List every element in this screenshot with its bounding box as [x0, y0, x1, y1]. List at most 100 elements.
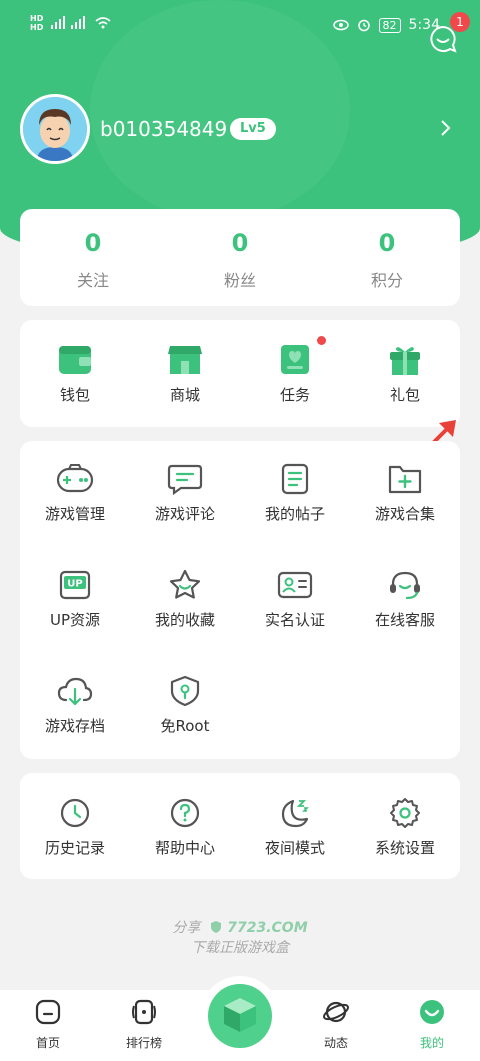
history-label: 历史记录 — [44, 839, 105, 857]
stat-label: 粉丝 — [223, 271, 256, 290]
task-button[interactable]: 任务 — [240, 342, 350, 405]
ranking-icon — [132, 999, 156, 1025]
shield-icon — [170, 675, 200, 707]
game-comment-label: 游戏评论 — [154, 505, 215, 523]
up-resource-button[interactable]: UP UP资源 — [20, 569, 130, 630]
status-left: HD HD — [30, 14, 111, 32]
nav-ranking-label: 排行榜 — [125, 1036, 162, 1050]
gear-icon — [390, 798, 420, 828]
stat-value: 0 — [231, 229, 249, 257]
eye-icon — [332, 19, 349, 31]
home-icon — [35, 999, 61, 1025]
help-icon — [170, 798, 200, 828]
wallet-label: 钱包 — [59, 386, 90, 404]
username[interactable]: b010354849 — [100, 116, 227, 142]
stat-fans[interactable]: 0 粉丝 — [180, 227, 300, 291]
quick-actions-card: 钱包 商城 任务 礼包 — [20, 320, 460, 427]
gift-icon — [390, 347, 420, 375]
gift-label: 礼包 — [389, 386, 420, 404]
stat-follow[interactable]: 0 关注 — [33, 227, 153, 291]
game-collection-button[interactable]: 游戏合集 — [350, 463, 460, 524]
no-root-button[interactable]: 免Root — [130, 675, 240, 736]
stats-card: 0 关注 0 粉丝 0 积分 — [20, 209, 460, 306]
status-right: 82 5:34 — [332, 17, 440, 33]
game-save-button[interactable]: 游戏存档 — [20, 675, 130, 736]
up-resource-icon: UP — [59, 570, 91, 600]
help-center-label: 帮助中心 — [154, 839, 215, 857]
game-manage-label: 游戏管理 — [44, 505, 105, 523]
my-posts-button[interactable]: 我的帖子 — [240, 463, 350, 524]
clock-icon — [60, 798, 90, 828]
up-resource-label: UP资源 — [49, 611, 101, 629]
post-icon — [281, 463, 309, 495]
cloud-download-icon — [57, 677, 93, 706]
nav-home-label: 首页 — [35, 1036, 60, 1050]
stat-points[interactable]: 0 积分 — [327, 227, 447, 291]
task-icon — [281, 345, 309, 374]
real-name-label: 实名认证 — [264, 611, 325, 629]
headset-icon — [390, 571, 420, 600]
status-bar: HD HD 82 5:34 — [0, 0, 480, 44]
stat-value: 0 — [378, 229, 396, 257]
customer-service-button[interactable]: 在线客服 — [350, 569, 460, 630]
smiley-icon — [420, 1000, 444, 1024]
my-favorites-button[interactable]: 我的收藏 — [130, 569, 240, 630]
stat-label: 关注 — [76, 271, 109, 290]
wallet-icon — [59, 346, 91, 374]
customer-service-label: 在线客服 — [374, 611, 435, 629]
no-root-label: 免Root — [160, 717, 210, 735]
game-collection-label: 游戏合集 — [374, 505, 435, 523]
moon-icon — [281, 799, 309, 828]
share-brand[interactable]: 7723.COM — [227, 920, 307, 936]
gift-button[interactable]: 礼包 — [350, 342, 460, 405]
message-badge: 1 — [450, 12, 470, 32]
comment-icon — [167, 464, 203, 495]
settings-card: 历史记录 帮助中心 夜间模式 系统设置 — [20, 773, 460, 879]
shop-button[interactable]: 商城 — [130, 342, 240, 405]
nav-mine[interactable]: 我的 — [392, 998, 472, 1051]
stat-label: 积分 — [370, 271, 403, 290]
my-posts-label: 我的帖子 — [264, 505, 325, 523]
history-button[interactable]: 历史记录 — [20, 797, 130, 858]
menu-card: 游戏管理 游戏评论 我的帖子 游戏合集 UP UP资源 我的收藏 实名认证 在线… — [20, 441, 460, 759]
brand-shield-icon — [210, 921, 221, 933]
signal-icon — [51, 16, 86, 29]
system-settings-button[interactable]: 系统设置 — [350, 797, 460, 858]
gamepad-icon — [56, 464, 94, 493]
nav-feed-label: 动态 — [323, 1036, 348, 1050]
avatar[interactable] — [20, 94, 90, 164]
nav-mine-label: 我的 — [419, 1036, 444, 1050]
level-badge: Lv5 — [230, 118, 276, 140]
nav-feed[interactable]: 动态 — [296, 998, 376, 1051]
nav-center-button[interactable] — [208, 984, 272, 1048]
share-section: 分享 7723.COM 下载正版游戏盒 — [0, 918, 480, 958]
task-label: 任务 — [279, 386, 310, 404]
alarm-icon — [357, 19, 370, 32]
game-manage-button[interactable]: 游戏管理 — [20, 463, 130, 524]
battery-indicator: 82 — [378, 17, 401, 33]
share-line: 分享 7723.COM — [0, 918, 480, 938]
wifi-icon — [95, 17, 111, 29]
system-settings-label: 系统设置 — [374, 839, 435, 857]
nav-home[interactable]: 首页 — [8, 998, 88, 1051]
star-icon — [169, 569, 201, 599]
planet-icon — [323, 1001, 349, 1023]
game-comment-button[interactable]: 游戏评论 — [130, 463, 240, 524]
id-card-icon — [277, 571, 313, 599]
share-subtitle: 下载正版游戏盒 — [191, 940, 289, 956]
hd-icon: HD HD — [30, 14, 44, 32]
nav-ranking[interactable]: 排行榜 — [104, 998, 184, 1051]
my-favorites-label: 我的收藏 — [154, 611, 215, 629]
folder-add-icon — [388, 465, 422, 494]
help-center-button[interactable]: 帮助中心 — [130, 797, 240, 858]
share-prefix: 分享 — [172, 920, 201, 936]
night-mode-label: 夜间模式 — [264, 839, 325, 857]
shop-icon — [168, 346, 202, 374]
chevron-right-icon[interactable] — [436, 118, 456, 138]
night-mode-button[interactable]: 夜间模式 — [240, 797, 350, 858]
stat-value: 0 — [84, 229, 102, 257]
game-save-label: 游戏存档 — [44, 717, 105, 735]
wallet-button[interactable]: 钱包 — [20, 342, 130, 405]
task-notification-dot — [317, 336, 326, 345]
real-name-button[interactable]: 实名认证 — [240, 569, 350, 630]
